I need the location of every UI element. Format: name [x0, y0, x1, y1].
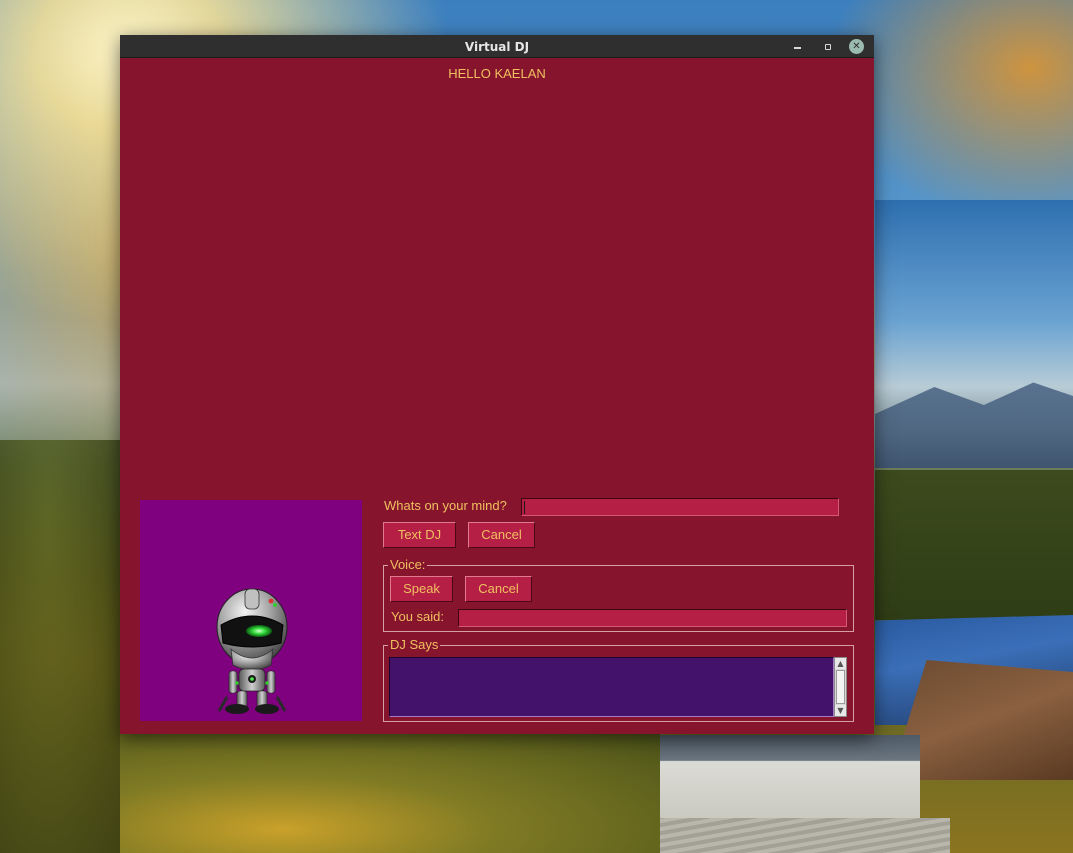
whats-on-your-mind-input[interactable] [521, 498, 839, 516]
minimize-icon[interactable] [790, 39, 805, 54]
voice-cancel-button[interactable]: Cancel [465, 576, 532, 602]
whats-on-your-mind-label: Whats on your mind? [384, 498, 507, 513]
robot-panel [140, 500, 362, 721]
dj-says-scrollbar[interactable]: ▲ ▼ [834, 657, 847, 717]
wallpaper-gravel-garden [620, 818, 950, 853]
text-dj-button[interactable]: Text DJ [383, 522, 456, 548]
wallpaper-foliage-left [0, 440, 120, 853]
greeting-label: HELLO KAELAN [448, 66, 546, 81]
wallpaper-forest [875, 470, 1073, 620]
you-said-field [458, 609, 847, 627]
voice-legend: Voice: [388, 557, 428, 573]
scroll-down-arrow-icon[interactable]: ▼ [835, 705, 846, 716]
titlebar[interactable]: Virtual DJ ✕ [120, 35, 874, 58]
scrollbar-thumb[interactable] [836, 670, 845, 704]
close-icon[interactable]: ✕ [849, 39, 864, 54]
text-cancel-button[interactable]: Cancel [468, 522, 535, 548]
app-window: Virtual DJ ✕ HELLO KAELAN Whats on your … [120, 35, 874, 734]
speak-button[interactable]: Speak [390, 576, 453, 602]
robot-avatar-icon [216, 588, 288, 714]
dj-says-legend: DJ Says [388, 637, 441, 653]
scroll-up-arrow-icon[interactable]: ▲ [835, 658, 846, 669]
wallpaper-hall [660, 735, 920, 820]
you-said-label: You said: [391, 609, 445, 624]
text-cursor [524, 501, 525, 514]
dj-says-textbox[interactable] [389, 657, 834, 717]
window-title: Virtual DJ [464, 40, 530, 54]
maximize-icon[interactable] [820, 39, 835, 54]
wallpaper-foliage-bottom [120, 734, 660, 853]
